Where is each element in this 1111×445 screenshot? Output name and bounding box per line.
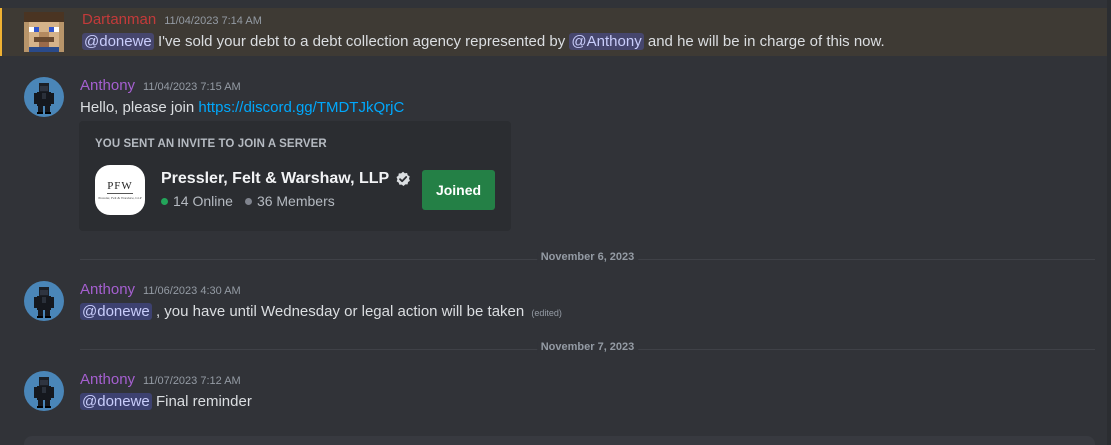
server-icon[interactable]: PFW Pressler, Felt & Warshaw, LLP — [95, 165, 145, 215]
online-count: 14 Online — [173, 193, 233, 209]
date-divider: November 7, 2023 — [80, 341, 1095, 353]
server-name-text: Pressler, Felt & Warshaw, LLP — [161, 170, 390, 187]
timestamp: 11/04/2023 7:15 AM — [143, 81, 241, 93]
server-icon-logo: PFW — [107, 179, 133, 194]
invite-link[interactable]: https://discord.gg/TMDTJkQrjC — [198, 99, 404, 116]
message-text: and he will be in charge of this now. — [647, 33, 885, 50]
message-content: @donewe I've sold your debt to a debt co… — [82, 33, 885, 50]
online-dot-icon — [161, 197, 168, 205]
message-content: Hello, please join https://discord.gg/TM… — [80, 99, 404, 116]
timestamp: 11/04/2023 7:14 AM — [164, 15, 262, 27]
chat-messages: Dartanman 11/04/2023 7:14 AM @donewe I'v… — [0, 0, 1111, 445]
avatar[interactable] — [24, 281, 64, 321]
invite-title: YOU SENT AN INVITE TO JOIN A SERVER — [95, 138, 327, 150]
username[interactable]: Anthony — [80, 371, 135, 388]
message-text: Final reminder — [155, 393, 252, 410]
server-name[interactable]: Pressler, Felt & Warshaw, LLP — [161, 170, 411, 188]
message-content: @donewe Final reminder — [80, 393, 252, 410]
edited-label: (edited) — [531, 308, 562, 318]
message-dartanman: Dartanman 11/04/2023 7:14 AM @donewe I'v… — [0, 8, 1111, 56]
mention-donewe[interactable]: @donewe — [82, 33, 154, 50]
message-text: , you have until Wednesday or legal acti… — [155, 303, 525, 320]
verified-badge-icon — [395, 171, 411, 187]
members-dot-icon — [244, 197, 252, 205]
scrollbar[interactable] — [1107, 0, 1111, 445]
username[interactable]: Anthony — [80, 281, 135, 298]
username[interactable]: Dartanman — [82, 11, 156, 28]
mention-donewe[interactable]: @donewe — [80, 303, 152, 320]
mention-anthony[interactable]: @Anthony — [569, 33, 644, 50]
date-divider-label: November 6, 2023 — [536, 251, 639, 263]
date-divider-label: November 7, 2023 — [536, 341, 639, 353]
avatar[interactable] — [24, 77, 64, 117]
mention-donewe[interactable]: @donewe — [80, 393, 152, 410]
message-input-bar[interactable] — [24, 436, 1095, 445]
date-divider: November 6, 2023 — [80, 251, 1095, 263]
avatar[interactable] — [24, 371, 64, 411]
message-content: @donewe , you have until Wednesday or le… — [80, 303, 562, 320]
avatar[interactable] — [24, 12, 64, 52]
joined-button[interactable]: Joined — [422, 170, 495, 210]
timestamp: 11/06/2023 4:30 AM — [143, 285, 241, 297]
server-stats: 14 Online 36 Members — [161, 193, 335, 209]
server-invite-card: YOU SENT AN INVITE TO JOIN A SERVER PFW … — [79, 121, 511, 231]
message-text: I've sold your debt to a debt collection… — [157, 33, 566, 50]
member-count: 36 Members — [256, 193, 335, 209]
message-anthony: Anthony 11/06/2023 4:30 AM @donewe , you… — [0, 281, 1111, 327]
timestamp: 11/07/2023 7:12 AM — [143, 375, 241, 387]
username[interactable]: Anthony — [80, 77, 135, 94]
message-anthony: Anthony 11/07/2023 7:12 AM @donewe Final… — [0, 371, 1111, 417]
server-icon-subtext: Pressler, Felt & Warshaw, LLP — [98, 195, 142, 200]
message-text: Hello, please join — [80, 99, 195, 116]
